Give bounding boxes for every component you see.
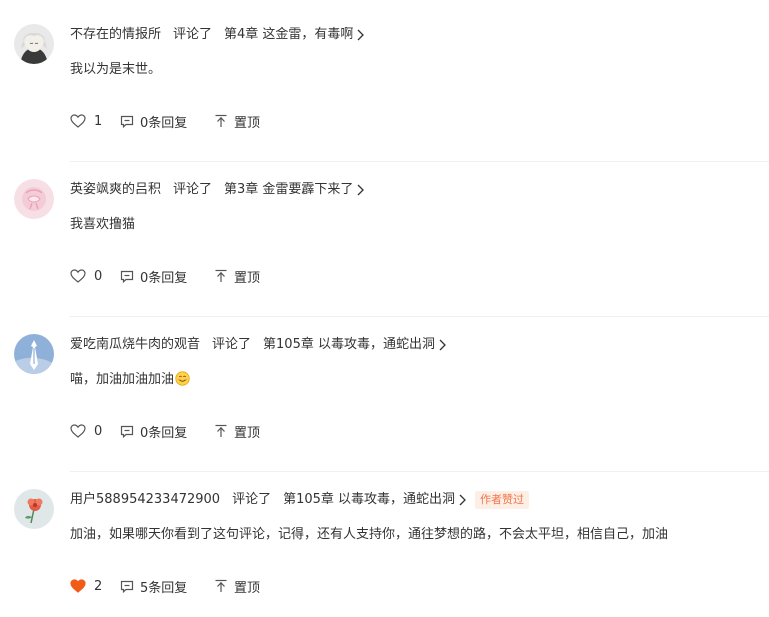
comment-text: 我喜欢撸猫: [70, 217, 136, 232]
comment-header: 不存在的情报所 评论了 第4章 这金雷，有毒啊: [70, 25, 365, 45]
chapter-link[interactable]: 第4章 这金雷，有毒啊: [224, 25, 365, 45]
chapter-title: 第105章 以毒攻毒，通蛇出洞: [263, 337, 435, 352]
like-count: 1: [94, 113, 103, 129]
comment-actions: 0 0条回复 置顶: [70, 266, 260, 286]
pin-top-icon: [215, 269, 227, 282]
reply-button[interactable]: 0条回复: [120, 267, 214, 286]
chapter-link[interactable]: 第105章 以毒攻毒，通蛇出洞: [283, 490, 467, 510]
avatar[interactable]: [14, 489, 54, 529]
reply-count: 0条回复: [140, 270, 188, 286]
comment-text: 加油，如果哪天你看到了这句评论，记得，还有人支持你，通往梦想的路，不会太平坦，相…: [70, 527, 669, 542]
username[interactable]: 英姿飒爽的吕积: [70, 180, 161, 200]
comment-actions: 1 0条回复 置顶: [70, 111, 260, 131]
action-text: 评论了: [212, 337, 252, 352]
pin-button[interactable]: 置顶: [214, 577, 260, 596]
chapter-link[interactable]: 第3章 金雷要霹下来了: [224, 180, 365, 200]
username[interactable]: 不存在的情报所: [70, 25, 161, 45]
action-text: 评论了: [173, 27, 213, 42]
chevron-right-icon: [439, 339, 446, 351]
reply-button[interactable]: 5条回复: [120, 577, 214, 596]
like-button[interactable]: 0: [70, 424, 120, 439]
like-button[interactable]: 2: [70, 579, 120, 594]
heart-icon: [70, 424, 86, 438]
pin-button[interactable]: 置顶: [214, 267, 260, 286]
comment-icon: [120, 270, 134, 283]
pin-label: 置顶: [234, 115, 261, 131]
pin-label: 置顶: [234, 580, 261, 596]
comment-header: 爱吃南瓜烧牛肉的观音 评论了 第105章 以毒攻毒，通蛇出洞: [70, 335, 447, 355]
avatar[interactable]: [14, 24, 54, 64]
heart-icon: [70, 114, 86, 128]
like-button[interactable]: 1: [70, 114, 120, 129]
pin-top-icon: [215, 579, 227, 592]
avatar[interactable]: [14, 179, 54, 219]
reply-count: 0条回复: [140, 425, 188, 441]
reply-button[interactable]: 0条回复: [120, 422, 214, 441]
comment-actions: 2 5条回复 置顶: [70, 576, 260, 596]
comment-icon: [120, 425, 134, 438]
reply-button[interactable]: 0条回复: [120, 112, 214, 131]
username[interactable]: 爱吃南瓜烧牛肉的观音: [70, 335, 200, 355]
username[interactable]: 用户588954233472900: [70, 490, 220, 510]
comment-text: 我以为是末世。: [70, 62, 162, 77]
divider: [70, 161, 769, 162]
pin-label: 置顶: [234, 270, 261, 286]
chapter-link[interactable]: 第105章 以毒攻毒，通蛇出洞: [263, 335, 447, 355]
chapter-title: 第4章 这金雷，有毒啊: [224, 27, 354, 42]
pin-top-icon: [215, 114, 227, 127]
author-liked-badge: 作者赞过: [475, 491, 530, 509]
like-count: 0: [94, 268, 103, 284]
like-button[interactable]: 0: [70, 269, 120, 284]
heart-icon: [70, 269, 86, 283]
comment-header: 用户588954233472900 评论了 第105章 以毒攻毒，通蛇出洞 作者…: [70, 490, 530, 510]
action-text: 评论了: [173, 182, 213, 197]
chevron-right-icon: [357, 184, 365, 196]
like-count: 2: [94, 578, 103, 594]
divider: [70, 316, 769, 317]
action-text: 评论了: [232, 492, 272, 507]
divider: [70, 471, 769, 472]
reply-count: 0条回复: [140, 115, 188, 131]
pin-button[interactable]: 置顶: [214, 112, 260, 131]
chapter-title: 第105章 以毒攻毒，通蛇出洞: [283, 492, 456, 507]
comment-text-body: 喵，加油加油加油: [70, 372, 175, 387]
chapter-title: 第3章 金雷要霹下来了: [224, 182, 354, 197]
like-count: 0: [94, 423, 103, 439]
comment-actions: 0 0条回复 置顶: [70, 421, 260, 441]
comment-icon: [120, 115, 134, 128]
reply-count: 5条回复: [140, 580, 188, 596]
comment-text: 喵，加油加油加油: [70, 370, 190, 390]
chevron-right-icon: [459, 494, 466, 506]
chevron-right-icon: [357, 29, 365, 41]
heart-filled-icon: [70, 579, 86, 593]
comment-icon: [120, 580, 134, 593]
pin-button[interactable]: 置顶: [214, 422, 260, 441]
comment-header: 英姿飒爽的吕积 评论了 第3章 金雷要霹下来了: [70, 180, 365, 200]
avatar[interactable]: [14, 334, 54, 374]
pin-label: 置顶: [234, 425, 261, 441]
pin-top-icon: [215, 424, 227, 437]
smile-emoji-icon: [175, 371, 190, 386]
